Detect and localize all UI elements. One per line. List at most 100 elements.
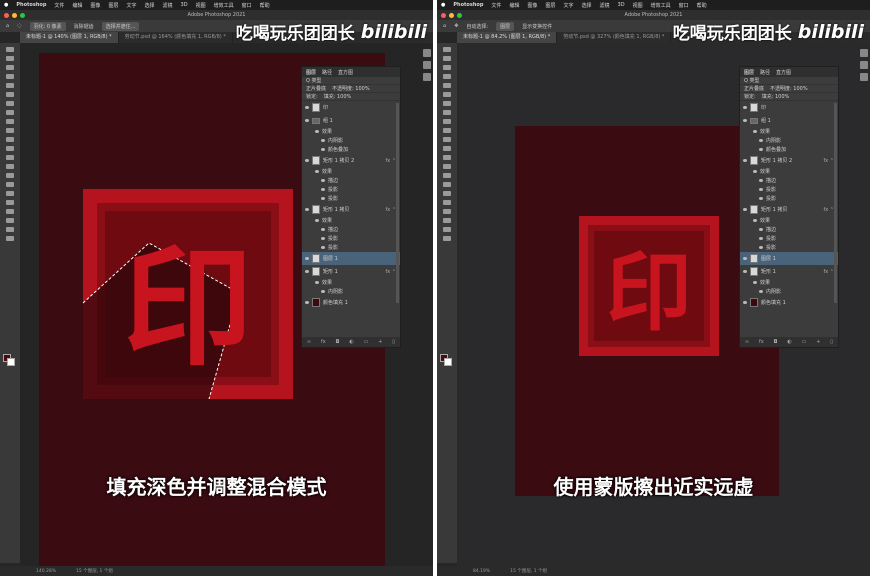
layer-kind-filter[interactable]: Q 类型 — [306, 77, 322, 84]
show-transform-checkbox[interactable]: 显示变换控件 — [522, 23, 552, 30]
menu-edit[interactable]: 编辑 — [509, 2, 519, 9]
layers-panel-icon[interactable] — [860, 61, 868, 69]
home-icon[interactable]: ⌂ — [443, 23, 446, 29]
tab-untitled[interactable]: 未标题-1 @ 84.2% (图层 1, RGB/8) * — [457, 32, 558, 43]
visibility-eye-icon[interactable] — [315, 281, 319, 284]
layer-row[interactable]: 描边 — [302, 176, 400, 185]
close-window-icon[interactable] — [4, 13, 9, 18]
tab-histogram[interactable]: 直方图 — [776, 69, 791, 76]
layer-row[interactable]: 投影 — [302, 194, 400, 203]
history-brush-tool-icon[interactable] — [443, 137, 451, 142]
layer-fx-icon[interactable]: fx ⌃ — [824, 158, 835, 164]
visibility-eye-icon[interactable] — [753, 170, 757, 173]
pen-tool-icon[interactable] — [6, 182, 14, 187]
shape-tool-icon[interactable] — [6, 209, 14, 214]
visibility-eye-icon[interactable] — [315, 170, 319, 173]
trash-icon[interactable]: ▯ — [830, 339, 833, 345]
visibility-eye-icon[interactable] — [759, 188, 763, 191]
layer-kind-filter[interactable]: Q 类型 — [744, 77, 760, 84]
layer-row[interactable]: 矩形 1 拷贝 2 fx ⌃ — [302, 154, 400, 167]
layer-row[interactable]: 内阴影 — [302, 136, 400, 145]
adjustment-icon[interactable]: ◐ — [349, 339, 353, 345]
menu-3d[interactable]: 3D — [618, 2, 625, 8]
visibility-eye-icon[interactable] — [759, 246, 763, 249]
menu-plugins[interactable]: 增效工具 — [651, 2, 671, 9]
zoom-window-icon[interactable] — [457, 13, 462, 18]
menu-view[interactable]: 视图 — [196, 2, 206, 9]
more-tools-icon[interactable] — [443, 236, 451, 241]
tab-paths[interactable]: 路径 — [322, 69, 332, 76]
minimize-window-icon[interactable] — [449, 13, 454, 18]
menu-image[interactable]: 图像 — [527, 2, 537, 9]
move-icon[interactable]: ✥ — [454, 23, 458, 29]
mask-icon[interactable]: ◘ — [336, 339, 340, 345]
close-window-icon[interactable] — [441, 13, 446, 18]
zoom-level[interactable]: 84.19% — [473, 569, 490, 574]
visibility-eye-icon[interactable] — [321, 139, 325, 142]
layer-row[interactable]: 内阴影 — [302, 287, 400, 296]
blur-tool-icon[interactable] — [6, 164, 14, 169]
gradient-tool-icon[interactable] — [443, 155, 451, 160]
layer-row[interactable]: 投影 — [302, 243, 400, 252]
visibility-eye-icon[interactable] — [321, 188, 325, 191]
visibility-eye-icon[interactable] — [743, 159, 747, 162]
visibility-eye-icon[interactable] — [315, 219, 319, 222]
tab-labor-day[interactable]: 劳动节.psd @ 164% (颜色填充 1, RGB/8) * — [119, 32, 233, 43]
layer-row[interactable]: 效果 — [740, 216, 838, 225]
layer-row[interactable]: 组 1 — [740, 114, 838, 127]
menu-help[interactable]: 帮助 — [697, 2, 707, 9]
layer-row[interactable]: 描边 — [302, 225, 400, 234]
lasso-tool-icon[interactable] — [6, 65, 14, 70]
menu-plugins[interactable]: 增效工具 — [214, 2, 234, 9]
visibility-eye-icon[interactable] — [305, 270, 309, 273]
layer-row[interactable]: 颜色填充 1 — [740, 296, 838, 309]
magic-wand-tool-icon[interactable] — [443, 74, 451, 79]
layer-row[interactable]: 矩形 1 fx ⌃ — [302, 265, 400, 278]
feather-field[interactable]: 羽化: 0 像素 — [29, 21, 66, 31]
visibility-eye-icon[interactable] — [321, 228, 325, 231]
tab-untitled[interactable]: 未标题-1 @ 140% (图层 1, RGB/8) * — [20, 32, 119, 43]
color-panel-icon[interactable] — [423, 49, 431, 57]
layer-fx-icon[interactable]: fx ⌃ — [824, 207, 835, 213]
move-tool-icon[interactable] — [443, 47, 451, 52]
layer-row[interactable]: 投影 — [740, 243, 838, 252]
layer-fx-icon[interactable]: fx ⌃ — [386, 269, 397, 275]
layer-row[interactable]: 效果 — [740, 127, 838, 136]
layer-row[interactable]: 组 1 — [302, 114, 400, 127]
layer-row[interactable]: 矩形 1 拷贝 fx ⌃ — [302, 203, 400, 216]
visibility-eye-icon[interactable] — [305, 106, 309, 109]
menu-layer[interactable]: 图层 — [545, 2, 555, 9]
menu-file[interactable]: 文件 — [54, 2, 64, 9]
menu-type[interactable]: 文字 — [563, 2, 573, 9]
visibility-eye-icon[interactable] — [753, 219, 757, 222]
healing-tool-icon[interactable] — [6, 110, 14, 115]
panel-scrollbar[interactable] — [834, 103, 837, 303]
menu-select[interactable]: 选择 — [582, 2, 592, 9]
hand-tool-icon[interactable] — [6, 218, 14, 223]
visibility-eye-icon[interactable] — [743, 257, 747, 260]
trash-icon[interactable]: ▯ — [392, 339, 395, 345]
visibility-eye-icon[interactable] — [305, 159, 309, 162]
layer-row[interactable]: 描边 — [740, 225, 838, 234]
layer-row[interactable]: 颜色叠加 — [740, 145, 838, 154]
path-select-tool-icon[interactable] — [443, 200, 451, 205]
layer-row[interactable]: 效果 — [302, 216, 400, 225]
folder-icon[interactable]: ▭ — [364, 339, 369, 345]
eraser-tool-icon[interactable] — [443, 146, 451, 151]
layer-row[interactable]: 投影 — [302, 234, 400, 243]
layer-row[interactable]: 图层 1 — [740, 252, 838, 265]
tab-paths[interactable]: 路径 — [760, 69, 770, 76]
layer-row[interactable]: 效果 — [740, 167, 838, 176]
layer-fx-icon[interactable]: fx ⌃ — [824, 269, 835, 275]
dodge-tool-icon[interactable] — [443, 173, 451, 178]
layer-row[interactable]: 效果 — [302, 278, 400, 287]
menu-help[interactable]: 帮助 — [260, 2, 270, 9]
visibility-eye-icon[interactable] — [305, 257, 309, 260]
zoom-tool-icon[interactable] — [443, 227, 451, 232]
visibility-eye-icon[interactable] — [759, 290, 763, 293]
apple-icon[interactable]: ● — [441, 2, 445, 8]
folder-icon[interactable]: ▭ — [802, 339, 807, 345]
shape-tool-icon[interactable] — [443, 209, 451, 214]
move-tool-icon[interactable] — [6, 47, 14, 52]
menu-image[interactable]: 图像 — [90, 2, 100, 9]
